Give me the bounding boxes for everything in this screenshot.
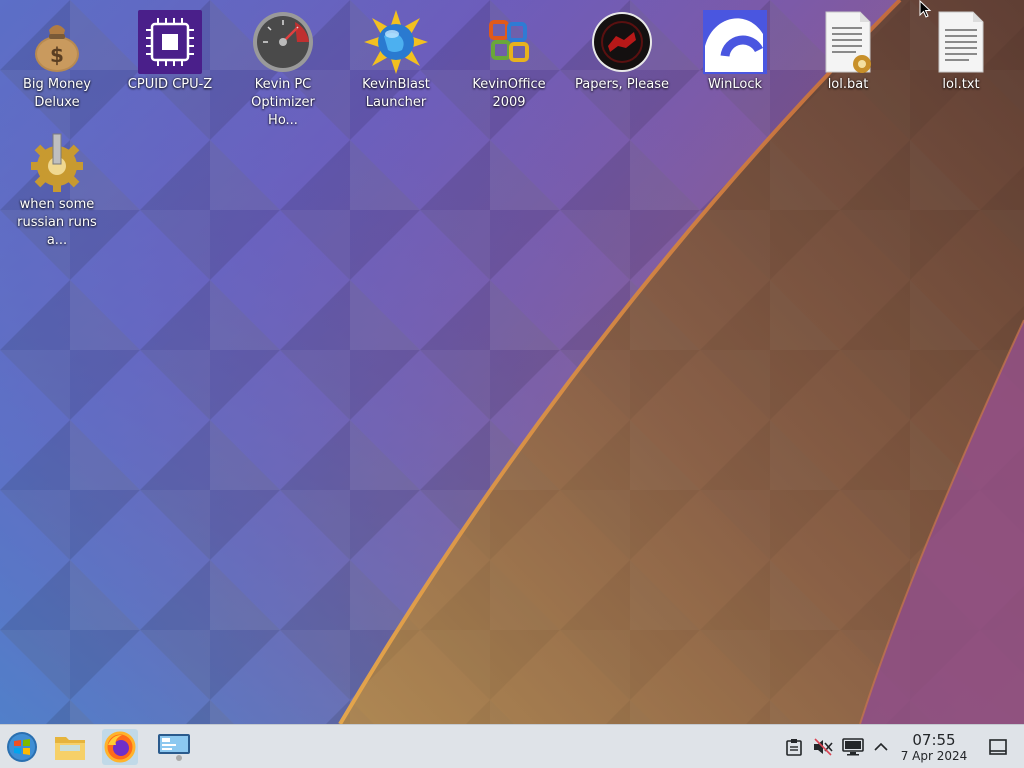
desktop-icon-cpu-z[interactable]: CPUID CPU-Z — [120, 4, 220, 94]
desktop-icon-winlock[interactable]: WinLock — [685, 4, 785, 94]
desktop-icon-papers-please[interactable]: Papers, Please — [572, 4, 672, 94]
taskbar: 07:55 7 Apr 2024 — [0, 724, 1024, 768]
monitor-settings-icon — [158, 734, 190, 761]
desktop-icon-kevin-pc-optimizer[interactable]: Kevin PC Optimizer Ho... — [233, 4, 333, 130]
papers-please-seal-icon — [590, 10, 654, 74]
desktop-icon-kevinoffice-2009[interactable]: KevinOffice 2009 — [459, 4, 559, 112]
clock-date: 7 Apr 2024 — [900, 749, 968, 763]
desktop-icon-kevinblast-launcher[interactable]: KevinBlast Launcher — [346, 4, 446, 112]
desktop-icon-label: KevinOffice 2009 — [472, 77, 546, 110]
clipboard-icon[interactable] — [783, 736, 805, 758]
desktop-icon-big-money-deluxe[interactable]: $ Big Money Deluxe — [7, 4, 107, 112]
desktop-icon-label: KevinBlast Launcher — [362, 77, 430, 110]
clock[interactable]: 07:55 7 Apr 2024 — [896, 731, 972, 763]
chevron-up-icon[interactable] — [870, 736, 892, 758]
gear-executable-icon — [25, 130, 89, 194]
padlock-arc-icon — [703, 10, 767, 74]
text-file-icon — [929, 10, 993, 74]
start-menu-button[interactable] — [4, 729, 40, 765]
volume-muted-icon[interactable] — [812, 736, 834, 758]
mouse-pointer-icon — [919, 0, 933, 22]
desktop-icon-label: Papers, Please — [574, 77, 670, 92]
show-desktop-icon[interactable] — [987, 736, 1009, 758]
desktop-icon-label: lol.txt — [942, 77, 980, 92]
desktop-icon-label: when some russian runs a... — [17, 197, 97, 248]
cpu-chip-icon — [138, 10, 202, 74]
folder-icon — [55, 737, 85, 760]
desktop-icon-label: CPUID CPU-Z — [127, 77, 213, 92]
svg-text:$: $ — [50, 43, 64, 67]
globe-burst-icon — [364, 10, 428, 74]
windows-orb-icon — [7, 732, 37, 762]
office-logo-icon — [477, 10, 541, 74]
system-settings-button[interactable] — [156, 729, 192, 765]
file-manager-button[interactable] — [52, 729, 88, 765]
batch-file-icon — [816, 10, 880, 74]
desktop-icon-label: WinLock — [707, 77, 763, 92]
money-bag-icon: $ — [25, 10, 89, 74]
display-icon[interactable] — [842, 736, 864, 758]
desktop-icon-when-some-russian[interactable]: when some russian runs a... — [7, 124, 107, 250]
speedometer-icon — [251, 10, 315, 74]
clock-time: 07:55 — [912, 731, 956, 749]
firefox-icon — [104, 731, 136, 763]
desktop-icon-label: Big Money Deluxe — [22, 77, 91, 110]
desktop-icon-lol-bat[interactable]: lol.bat — [798, 4, 898, 94]
firefox-button[interactable] — [102, 729, 138, 765]
desktop-icon-label: lol.bat — [827, 77, 869, 92]
desktop-icon-label: Kevin PC Optimizer Ho... — [251, 77, 315, 128]
